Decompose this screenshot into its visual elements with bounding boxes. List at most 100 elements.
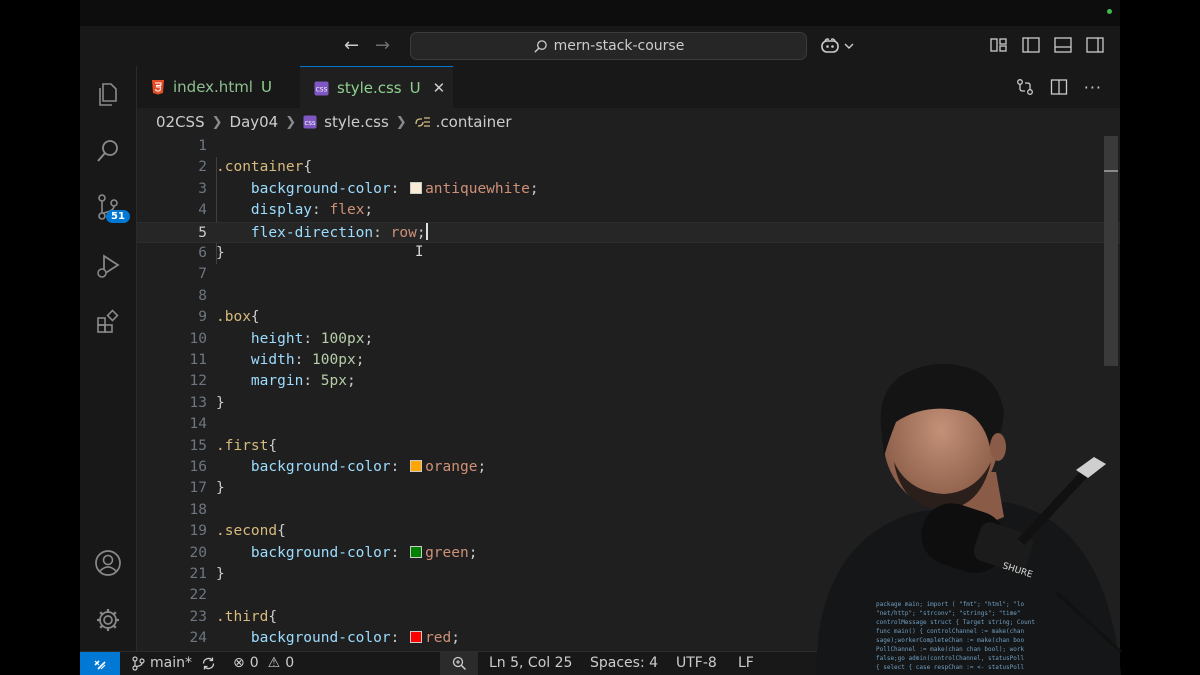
search-label: mern-stack-course xyxy=(553,38,685,54)
close-icon[interactable]: ✕ xyxy=(433,79,446,97)
code-line[interactable]: 2 .container{ xyxy=(137,157,1120,178)
code-token: background-color xyxy=(250,630,391,647)
line-number: 20 xyxy=(189,544,207,561)
remote-icon xyxy=(94,660,106,670)
breadcrumb-item[interactable]: .container xyxy=(436,113,512,131)
line-text: display: flex; xyxy=(216,200,373,221)
line-number: 21 xyxy=(189,566,207,582)
code-token: orange xyxy=(425,459,478,475)
code-line[interactable]: 3 background-color: antiquewhite; xyxy=(137,179,1120,200)
copilot-icon xyxy=(821,38,839,53)
search-icon[interactable] xyxy=(94,137,122,165)
code-token: .third xyxy=(216,608,269,625)
line-number: 5 xyxy=(198,224,207,241)
code-line[interactable]: 7 xyxy=(137,264,1120,285)
code-token: : xyxy=(390,544,409,561)
copilot-menu[interactable] xyxy=(820,37,854,54)
code-line[interactable]: 5 flex-direction: row; xyxy=(137,221,1120,244)
code-line[interactable]: 9 .box{ xyxy=(137,307,1120,328)
code-line[interactable]: 6} xyxy=(137,243,1120,264)
account-icon[interactable] xyxy=(94,549,122,577)
source-control-button[interactable]: 51 xyxy=(94,193,134,229)
settings-gear-icon[interactable] xyxy=(94,606,122,634)
branch-indicator[interactable]: main* xyxy=(132,655,216,671)
code-token: margin xyxy=(250,373,304,390)
code-token: ; xyxy=(346,373,356,390)
zoom-button[interactable] xyxy=(440,652,478,675)
forward-arrow-icon[interactable]: → xyxy=(375,36,390,56)
css-file-icon: CSS xyxy=(303,115,317,129)
tab-label: style.css xyxy=(337,79,402,97)
svg-text:sage);workerCompleteChan := ma: sage);workerCompleteChan := make(chan bo… xyxy=(876,637,1024,644)
code-token: { xyxy=(268,608,278,625)
svg-text:CSS: CSS xyxy=(305,121,316,127)
breadcrumb-item[interactable]: 02CSS xyxy=(156,113,205,131)
breadcrumb-item[interactable]: style.css xyxy=(324,113,389,131)
line-text: } xyxy=(216,393,225,414)
toggle-panel-icon[interactable] xyxy=(1054,37,1072,53)
problems-indicator[interactable]: ⊗ 0 ⚠ 0 xyxy=(233,655,294,671)
branch-name: main* xyxy=(150,655,192,671)
svg-text:func main() { controlChannel :: func main() { controlChannel := make(cha… xyxy=(876,628,1024,635)
line-number: 19 xyxy=(189,523,207,540)
line-text: } xyxy=(216,478,225,499)
indentation-setting[interactable]: Spaces: 4 xyxy=(590,655,658,671)
line-number: 8 xyxy=(198,287,207,304)
tab-index-html[interactable]: index.html U xyxy=(137,66,301,108)
breadcrumb: 02CSS ❯ Day04 ❯ CSS style.css ❯ .contain… xyxy=(137,108,1120,136)
warning-icon: ⚠ xyxy=(267,655,281,671)
eol-setting[interactable]: LF xyxy=(738,655,754,671)
line-text: flex-direction: row; xyxy=(216,222,428,244)
code-token: row xyxy=(390,224,417,241)
tab-style-css[interactable]: CSS style.css U ✕ xyxy=(300,66,453,109)
line-text: background-color: antiquewhite; xyxy=(216,179,539,200)
cursor-position[interactable]: Ln 5, Col 25 xyxy=(489,655,572,671)
color-swatch[interactable] xyxy=(410,545,423,558)
code-line[interactable]: 1 xyxy=(137,136,1120,157)
code-token: ; xyxy=(451,630,461,647)
sync-icon[interactable] xyxy=(201,656,216,671)
source-control-badge: 51 xyxy=(106,210,130,223)
code-token: } xyxy=(216,245,225,261)
open-changes-icon[interactable] xyxy=(1016,78,1034,96)
back-arrow-icon[interactable]: ← xyxy=(344,36,359,56)
code-token: flex-direction xyxy=(250,224,374,241)
customize-layout-icon[interactable] xyxy=(990,37,1008,53)
line-number: 4 xyxy=(198,202,207,219)
code-token: height xyxy=(250,330,304,347)
git-branch-icon xyxy=(132,655,145,671)
line-number: 3 xyxy=(198,180,207,197)
breadcrumb-item[interactable]: Day04 xyxy=(230,113,279,131)
line-text: background-color: orange; xyxy=(216,457,486,478)
code-token: ; xyxy=(468,544,478,561)
encoding-setting[interactable]: UTF-8 xyxy=(676,655,717,671)
run-debug-icon[interactable] xyxy=(94,252,122,280)
error-count: 0 xyxy=(249,655,259,671)
explorer-icon[interactable] xyxy=(94,80,122,108)
line-text: } xyxy=(216,243,225,264)
extensions-icon[interactable] xyxy=(94,309,122,337)
toggle-secondary-sidebar-icon[interactable] xyxy=(1086,37,1104,53)
code-line[interactable]: 4 display: flex; xyxy=(137,200,1120,221)
code-line[interactable]: 10 height: 100px; xyxy=(137,329,1120,350)
more-actions-icon[interactable]: ··· xyxy=(1084,78,1102,97)
code-token: : xyxy=(303,373,321,390)
toggle-primary-sidebar-icon[interactable] xyxy=(1022,37,1040,53)
color-swatch[interactable] xyxy=(410,631,423,644)
code-token: 100px xyxy=(312,352,356,368)
code-token: : xyxy=(390,459,409,475)
code-token: background-color xyxy=(250,180,391,197)
remote-indicator[interactable] xyxy=(80,652,120,675)
code-token: : xyxy=(390,180,409,197)
untracked-badge: U xyxy=(260,78,272,96)
command-center-search[interactable]: mern-stack-course xyxy=(410,32,807,60)
code-token: width xyxy=(250,352,295,368)
code-line[interactable]: 8 xyxy=(137,286,1120,307)
color-swatch[interactable] xyxy=(410,181,423,194)
color-swatch[interactable] xyxy=(410,460,423,472)
split-editor-icon[interactable] xyxy=(1050,78,1068,96)
svg-text:{ select { case respChan := <-: { select { case respChan := <- statusPol… xyxy=(876,664,1024,671)
